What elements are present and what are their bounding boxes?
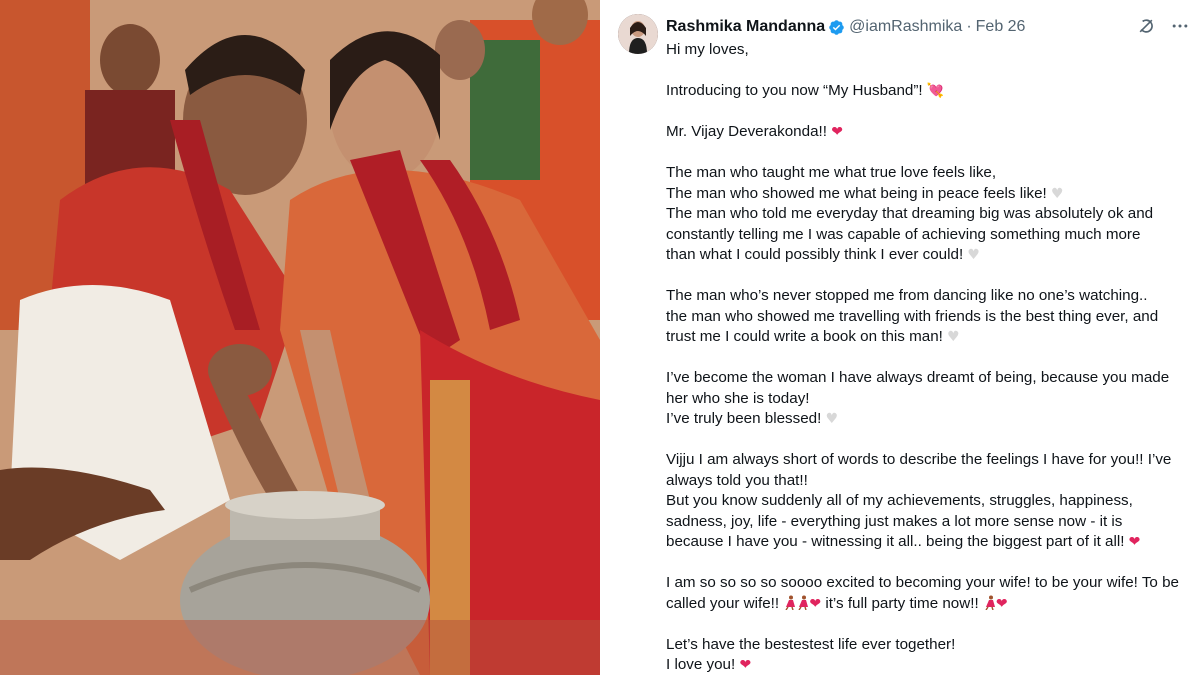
tweet-line: Introducing to you now “My Husband”! 💘 (666, 81, 1198, 102)
tweet-header: Rashmika Mandanna @iamRashmika · Feb 26 (666, 16, 1025, 38)
tweet-line: The man who told me everyday that dreami… (666, 205, 1154, 222)
tweet-line: always told you that!! (666, 471, 808, 489)
tweet-line: sadness, joy, life - everything just mak… (666, 512, 1123, 530)
wedding-photo-illustration (0, 0, 600, 675)
tweet-line: than what I could possibly think I ever … (666, 245, 1198, 266)
dancer-icon (798, 595, 809, 610)
red-heart-icon: ❤ (995, 595, 1008, 612)
avatar[interactable] (618, 14, 658, 54)
tweet-line: called your wife!! ❤ it’s full party tim… (666, 594, 1198, 615)
tweet-line: The man who taught me what true love fee… (666, 164, 997, 181)
wedding-photo (0, 0, 600, 675)
tweet-line: her who she is today! (666, 389, 810, 407)
dancer-icon (985, 595, 995, 610)
tweet-line: I love you! ❤ (666, 655, 1198, 676)
tweet-line: I am so so so so soooo excited to becomi… (666, 574, 1179, 591)
red-heart-icon: ❤ (1128, 534, 1141, 550)
tweet-line: because I have you - witnessing it all..… (666, 532, 1198, 553)
tweet-line: The man who showed me what being in peac… (666, 184, 1198, 205)
red-heart-icon: ❤ (809, 595, 822, 612)
red-heart-icon: ❤ (739, 657, 752, 673)
white-heart-icon: ♥ (947, 329, 960, 345)
heart-with-arrow-icon: 💘 (926, 83, 945, 99)
tweet-line: The man who’s never stopped me from danc… (666, 287, 1148, 304)
tweet-line: I’ve become the woman I have always drea… (666, 369, 1170, 386)
author-handle[interactable]: @iamRashmika (849, 18, 962, 36)
verified-badge-icon (829, 19, 844, 35)
tweet-line: Hi my loves, (666, 41, 749, 58)
red-heart-icon: ❤ (831, 124, 843, 140)
tweet-actions (1136, 16, 1190, 36)
tweet-line: trust me I could write a book on this ma… (666, 327, 1198, 348)
tweet-date[interactable]: Feb 26 (976, 18, 1026, 36)
more-icon[interactable] (1170, 16, 1190, 36)
dancer-icon (785, 595, 796, 610)
tweet-card: Rashmika Mandanna @iamRashmika · Feb 26 … (600, 0, 1200, 675)
header-separator: · (966, 18, 972, 35)
grok-icon[interactable] (1136, 16, 1156, 36)
tweet-line: Mr. Vijay Deverakonda!! ❤ (666, 122, 1198, 143)
tweet-text: Hi my loves, Introducing to you now “My … (666, 40, 1198, 676)
tweet-line: Let’s have the bestestest life ever toge… (666, 635, 956, 653)
tweet-line: constantly telling me I was capable of a… (666, 225, 1141, 243)
tweet-line: Vijju I am always short of words to desc… (666, 451, 1172, 468)
tweet-line: I’ve truly been blessed! ♥ (666, 409, 1198, 430)
avatar-image (618, 14, 658, 54)
tweet-line: But you know suddenly all of my achievem… (666, 492, 1133, 509)
white-heart-icon: ♥ (967, 247, 980, 263)
white-heart-icon: ♥ (825, 411, 839, 427)
tweet-line: the man who showed me travelling with fr… (666, 307, 1159, 325)
white-heart-icon: ♥ (1050, 185, 1064, 202)
author-name[interactable]: Rashmika Mandanna (666, 18, 825, 36)
